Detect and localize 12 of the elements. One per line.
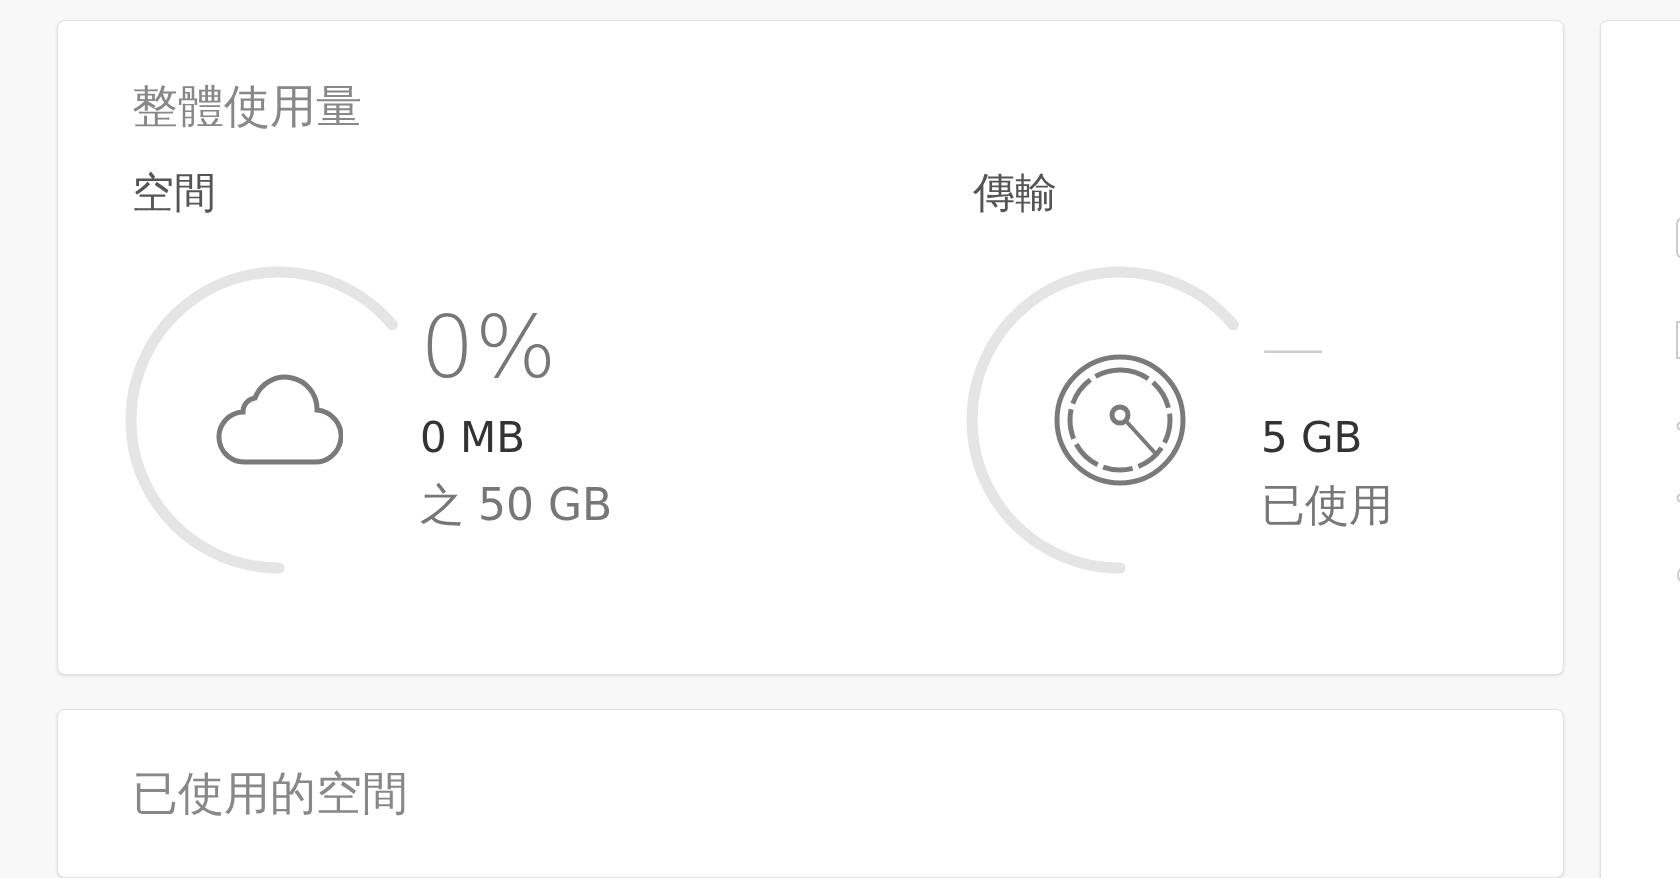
speedometer-icon (1053, 352, 1187, 487)
percent-value: 0% (420, 300, 557, 393)
section-heading: 傳輸 (973, 168, 1057, 219)
section-heading: 空間 (132, 168, 216, 219)
cloud-icon (215, 373, 343, 466)
amount-caption: 之 50 GB (420, 478, 613, 532)
card-title: 已使用的空間 (132, 766, 408, 822)
amount-value: 5 GB (1261, 412, 1363, 463)
amount-value: 0 MB (420, 412, 526, 463)
card-title: 整體使用量 (132, 79, 362, 135)
empty-value-dash: — (1261, 308, 1325, 386)
amount-caption: 已使用 (1261, 478, 1393, 532)
